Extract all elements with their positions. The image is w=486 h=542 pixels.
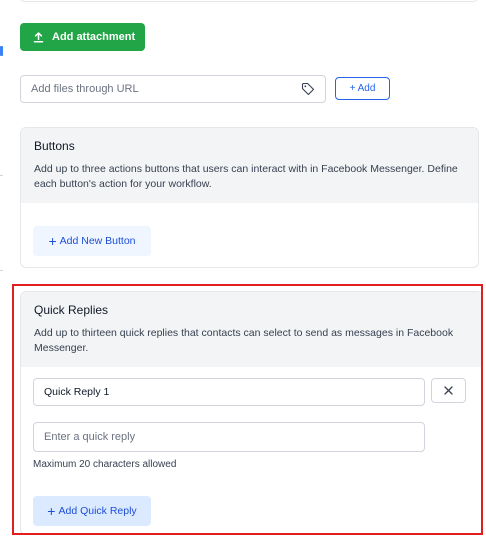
add-url-button[interactable]: + Add (335, 77, 390, 100)
buttons-section: Buttons Add up to three actions buttons … (20, 127, 479, 268)
url-input[interactable] (31, 83, 301, 95)
buttons-section-title: Buttons (34, 139, 75, 153)
highlight-frame (12, 284, 483, 535)
plus-icon: + (48, 233, 57, 249)
left-edge-divider (0, 270, 3, 271)
left-edge-divider (0, 175, 3, 176)
left-edge-accent (0, 46, 3, 56)
buttons-section-description: Add up to three actions buttons that use… (34, 163, 458, 190)
add-attachment-button[interactable]: Add attachment (20, 23, 145, 51)
tag-icon[interactable] (301, 82, 315, 96)
buttons-section-header: Buttons Add up to three actions buttons … (21, 128, 478, 203)
upload-icon (33, 31, 44, 43)
url-field[interactable] (20, 75, 326, 103)
add-new-button-button[interactable]: + Add New Button (33, 226, 151, 256)
add-new-button-label: Add New Button (59, 235, 136, 247)
add-attachment-label: Add attachment (52, 31, 136, 43)
previous-card-bottom (19, 0, 479, 2)
